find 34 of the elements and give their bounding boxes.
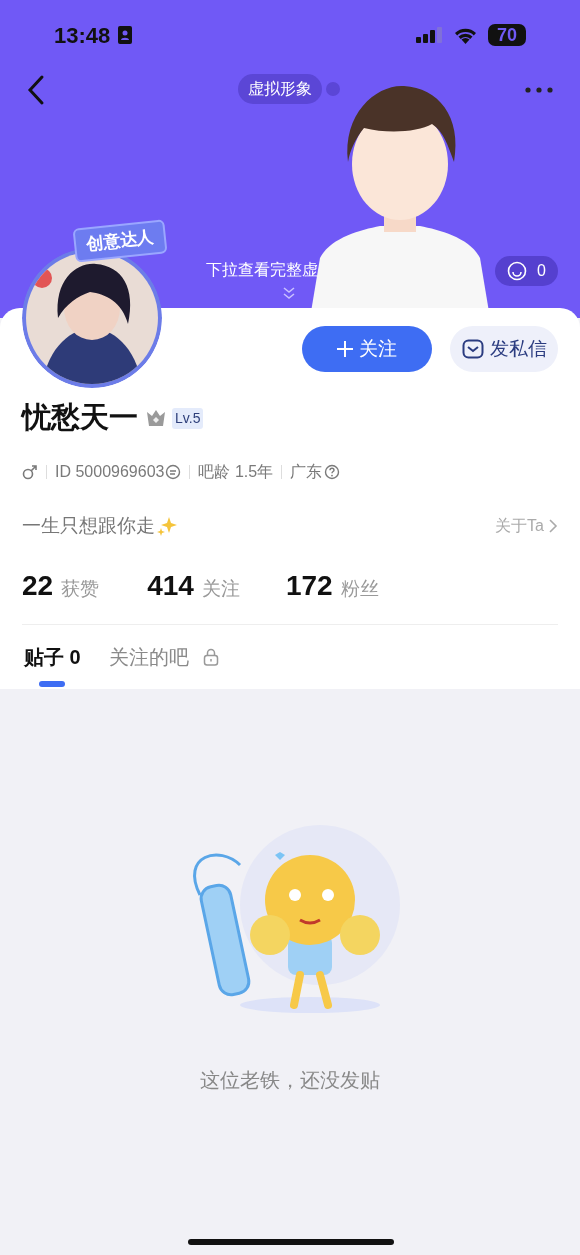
follow-button[interactable]: 关注	[302, 326, 432, 372]
signal-icon	[416, 27, 443, 43]
profile-tab[interactable]: 贴子 0	[24, 625, 81, 689]
stat-link[interactable]: 22 获赞	[22, 565, 100, 607]
male-icon	[22, 464, 38, 480]
pull-down-hint: 下拉查看完整虚	[206, 260, 318, 280]
user-id: ID 5000969603	[55, 462, 165, 482]
message-button[interactable]: 发私信	[450, 326, 558, 372]
wifi-icon	[453, 26, 478, 44]
copy-icon[interactable]	[165, 464, 182, 480]
person-card-icon	[118, 26, 133, 44]
stat-link[interactable]: 414 关注	[147, 565, 240, 607]
level-badge: Lv.5	[172, 407, 204, 429]
double-chevron-icon	[282, 286, 296, 300]
battery-indicator: 70	[488, 24, 526, 46]
more-icon[interactable]	[524, 86, 554, 94]
like-chip[interactable]: 0	[495, 256, 558, 286]
chevron-right-icon	[548, 518, 558, 534]
crown-icon	[146, 409, 166, 427]
location: 广东	[290, 462, 323, 482]
stat-link[interactable]: 172 粉丝	[285, 565, 379, 607]
smiley-icon	[507, 261, 528, 281]
user-name: 忧愁天一	[22, 400, 138, 436]
tab-indicator	[39, 681, 66, 687]
help-icon[interactable]	[324, 464, 341, 480]
status-time: 13:48	[54, 21, 111, 50]
envelope-icon	[461, 338, 484, 360]
user-bio: 一生只想跟你走	[22, 513, 155, 538]
plus-icon	[337, 341, 353, 357]
sparkle-icon	[156, 515, 178, 537]
empty-message: 这位老铁，还没发贴	[200, 1068, 380, 1093]
back-icon[interactable]	[26, 74, 46, 106]
account-age: 吧龄 1.5年	[198, 462, 274, 482]
avatar-mode-chip[interactable]: 虚拟形象	[238, 74, 322, 104]
